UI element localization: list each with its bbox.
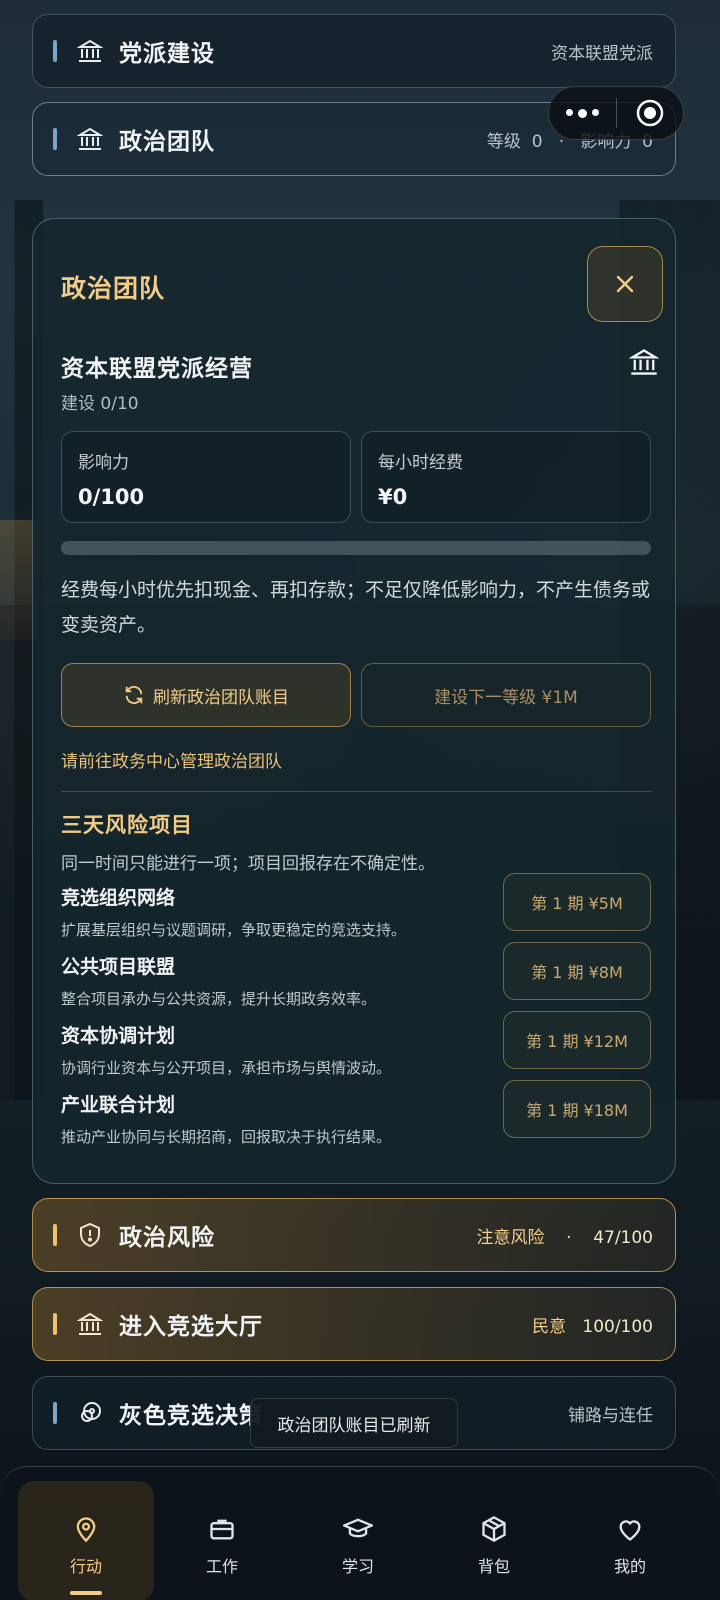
stat-value: ¥0	[378, 485, 408, 509]
build-label: 建设下一等级 ¥1M	[434, 687, 578, 708]
level-value: 0	[531, 131, 543, 152]
project-start-button[interactable]: 第 1 期 ¥5M	[503, 873, 651, 931]
project-start-button[interactable]: 第 1 期 ¥12M	[503, 1011, 651, 1069]
active-tab-indicator	[70, 1591, 102, 1595]
row-title: 政治风险	[119, 1225, 215, 1251]
panel-title: 政治团队	[61, 274, 166, 303]
bank-icon	[77, 38, 103, 64]
stat-value: 0/100	[78, 485, 145, 509]
box-icon	[482, 1515, 506, 1543]
risk-projects-subtitle: 同一时间只能进行一项；项目回报存在不确定性。	[61, 854, 435, 874]
project-name: 公共项目联盟	[61, 956, 176, 978]
tab-label: 学习	[341, 1557, 374, 1576]
project-start-button[interactable]: 第 1 期 ¥18M	[503, 1080, 651, 1138]
political-team-panel: 政治团队 资本联盟党派经营 建设 0/10 影响力 0/100 每小时经费 ¥0…	[32, 218, 676, 1184]
bottom-tab-bar: 行动 工作 学习 背包 我的	[0, 1466, 720, 1600]
funding-note: 经费每小时优先扣现金、再扣存款；不足仅降低影响力，不产生债务或变卖资产。	[61, 579, 651, 636]
project-start-button[interactable]: 第 1 期 ¥8M	[503, 942, 651, 1000]
tab-label: 工作	[205, 1557, 238, 1576]
link-icon	[77, 1400, 103, 1426]
project-desc: 扩展基层组织与议题调研，争取更稳定的竞选支持。	[61, 921, 407, 939]
location-pin-icon	[76, 1517, 96, 1543]
project-desc: 推动产业协同与长期招商，回报取决于执行结果。	[61, 1128, 392, 1146]
row-accent-bar	[53, 128, 57, 150]
bank-icon	[628, 347, 660, 381]
stat-label: 影响力	[78, 453, 129, 473]
row-title: 党派建设	[119, 41, 215, 67]
level-label: 等级	[486, 131, 521, 152]
tab-me[interactable]: 我的	[562, 1481, 698, 1600]
project-item: 产业联合计划 推动产业协同与长期招商，回报取决于执行结果。 第 1 期 ¥18M	[61, 1080, 651, 1148]
influence-progress-bar	[61, 541, 651, 555]
build-next-level-button[interactable]: 建设下一等级 ¥1M	[361, 663, 651, 727]
miniprogram-capsule	[548, 86, 684, 140]
row-title: 政治团队	[119, 129, 215, 155]
election-hall-row[interactable]: 进入竞选大厅 民意 100/100	[32, 1287, 676, 1361]
close-button[interactable]	[587, 246, 663, 322]
public-opinion-value: 100/100	[582, 1316, 653, 1337]
risk-value: 47/100	[593, 1227, 653, 1248]
refresh-icon	[125, 686, 143, 704]
heart-icon	[619, 1520, 641, 1541]
tab-work[interactable]: 工作	[154, 1481, 290, 1600]
project-desc: 整合项目承办与公共资源，提升长期政务效率。	[61, 990, 377, 1008]
refresh-label: 刷新政治团队账目	[153, 687, 289, 708]
tab-label: 我的	[613, 1557, 646, 1576]
project-name: 资本协调计划	[61, 1025, 176, 1047]
bank-icon	[77, 126, 103, 152]
row-title: 进入竞选大厅	[119, 1314, 263, 1340]
org-title: 资本联盟党派经营	[61, 356, 253, 382]
divider	[61, 791, 651, 792]
row-accent-bar	[53, 1402, 57, 1424]
risk-projects-title: 三天风险项目	[61, 813, 193, 837]
tab-study[interactable]: 学习	[290, 1481, 426, 1600]
meta-separator: ·	[566, 1227, 572, 1248]
row-accent-bar	[53, 1224, 57, 1246]
briefcase-icon	[210, 1519, 234, 1540]
tab-label: 背包	[477, 1557, 510, 1576]
row-meta: 注意风险 · 47/100	[477, 1223, 653, 1248]
project-desc: 协调行业资本与公开项目，承担市场与舆情波动。	[61, 1059, 392, 1077]
project-item: 公共项目联盟 整合项目承办与公共资源，提升长期政务效率。 第 1 期 ¥8M	[61, 942, 651, 1010]
influence-stat: 影响力 0/100	[61, 431, 351, 523]
toast-message: 政治团队账目已刷新	[250, 1398, 458, 1448]
project-name: 竞选组织网络	[61, 887, 176, 909]
refresh-accounts-button[interactable]: 刷新政治团队账目	[61, 663, 351, 727]
tab-bag[interactable]: 背包	[426, 1481, 562, 1600]
tab-action[interactable]: 行动	[18, 1481, 154, 1600]
more-icon[interactable]	[549, 108, 616, 118]
project-item: 竞选组织网络 扩展基层组织与议题调研，争取更稳定的竞选支持。 第 1 期 ¥5M	[61, 873, 651, 941]
row-meta: 民意 100/100	[532, 1312, 653, 1337]
public-opinion-label: 民意	[532, 1316, 567, 1337]
risk-status: 注意风险	[476, 1227, 545, 1248]
tab-label: 行动	[69, 1557, 102, 1576]
row-meta: 资本联盟党派	[551, 43, 653, 64]
close-miniprogram-icon[interactable]	[617, 98, 683, 128]
construction-progress: 建设 0/10	[61, 394, 139, 414]
stat-label: 每小时经费	[378, 453, 463, 473]
hourly-cost-stat: 每小时经费 ¥0	[361, 431, 651, 523]
row-accent-bar	[53, 40, 57, 62]
row-meta: 铺路与连任	[568, 1405, 653, 1426]
row-accent-bar	[53, 1313, 57, 1335]
project-name: 产业联合计划	[61, 1094, 176, 1116]
bank-icon	[77, 1311, 103, 1337]
project-item: 资本协调计划 协调行业资本与公开项目，承担市场与舆情波动。 第 1 期 ¥12M	[61, 1011, 651, 1079]
graduation-cap-icon	[343, 1518, 373, 1538]
political-risk-row[interactable]: 政治风险 注意风险 · 47/100	[32, 1198, 676, 1272]
party-building-row[interactable]: 党派建设 资本联盟党派	[32, 14, 676, 88]
close-icon	[616, 275, 634, 293]
manage-hint-link[interactable]: 请前往政务中心管理政治团队	[61, 747, 282, 772]
shield-alert-icon	[77, 1222, 103, 1248]
